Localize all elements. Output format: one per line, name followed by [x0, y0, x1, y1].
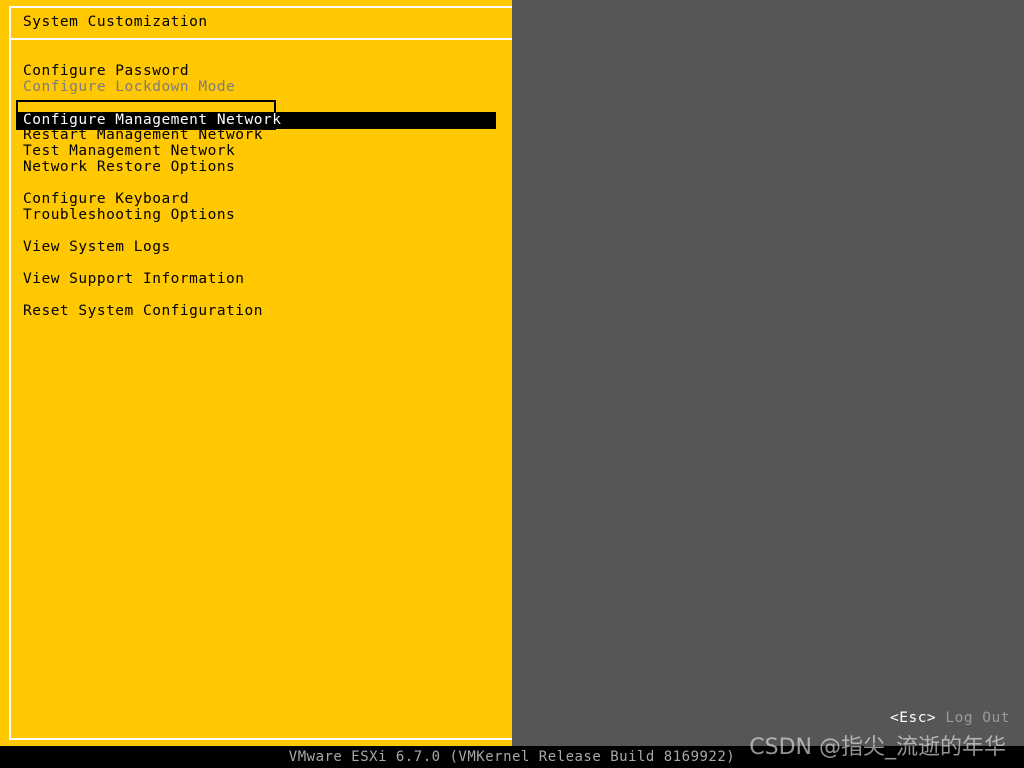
menu-item-troubleshooting-options[interactable]: Troubleshooting Options	[23, 207, 493, 223]
menu-item-network-restore-options[interactable]: Network Restore Options	[23, 159, 493, 175]
menu-item-configure-keyboard[interactable]: Configure Keyboard	[23, 191, 493, 207]
system-customization-panel: System Customization Configure Password …	[0, 0, 512, 746]
management-network-details-panel: Configure Management Network Hostname: l…	[512, 0, 1024, 746]
page-title: System Customization	[23, 14, 208, 30]
menu-group-separator	[23, 287, 493, 303]
hint-esc-logout[interactable]: <Esc> Log Out	[890, 710, 1010, 726]
menu-item-view-system-logs[interactable]: View System Logs	[23, 239, 493, 255]
esxi-version-text: VMware ESXi 6.7.0 (VMKernel Release Buil…	[288, 749, 736, 765]
status-bar: VMware ESXi 6.7.0 (VMKernel Release Buil…	[0, 746, 1024, 768]
hint-esc-action	[936, 710, 945, 726]
menu-item-configure-lockdown-mode: Configure Lockdown Mode	[23, 79, 236, 95]
menu-group-separator	[23, 255, 493, 271]
hint-esc-action-label: Log Out	[945, 710, 1010, 726]
selected-menu-item-label[interactable]: Configure Management Network	[23, 112, 281, 129]
menu-item-reset-system-configuration[interactable]: Reset System Configuration	[23, 303, 493, 319]
menu-group-separator	[23, 175, 493, 191]
menu-group-separator	[23, 223, 493, 239]
dcui-screen: System Customization Configure Password …	[0, 0, 1024, 746]
left-title-divider	[9, 38, 512, 40]
menu-item-test-management-network[interactable]: Test Management Network	[23, 143, 493, 159]
hint-esc-key: <Esc>	[890, 710, 937, 726]
menu-item-configure-password[interactable]: Configure Password	[23, 63, 493, 79]
menu-item-view-support-information[interactable]: View Support Information	[23, 271, 493, 287]
